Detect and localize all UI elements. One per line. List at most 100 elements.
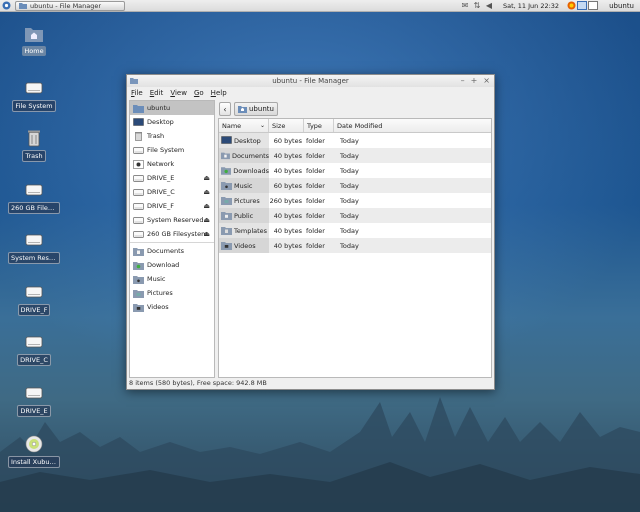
sidebar-item-desktop[interactable]: Desktop — [130, 115, 214, 129]
window-title: ubuntu - File Manager — [272, 77, 349, 85]
sidebar-item-label: DRIVE_C — [147, 188, 175, 196]
cell-size: 40 bytes — [273, 151, 302, 160]
side-pane: ubuntu Desktop Trash File System Network DRIV… — [129, 100, 215, 378]
sidebar-item-pictures[interactable]: Pictures — [130, 286, 214, 300]
sidebar-item-icon — [132, 201, 144, 211]
sidebar-item-label: Desktop — [147, 118, 174, 126]
desktop-icon-home[interactable]: Home — [8, 24, 60, 56]
eject-icon[interactable]: ⏏ — [203, 202, 210, 210]
table-row[interactable]: Videos 40 bytes folder Today — [219, 238, 491, 253]
sidebar-item-260-gb-filesystem[interactable]: 260 GB Filesystem ⏏ — [130, 227, 214, 241]
desktop-icon-label: Trash — [22, 150, 46, 162]
sidebar-item-trash[interactable]: Trash — [130, 129, 214, 143]
table-row[interactable]: Documents 40 bytes folder Today — [219, 148, 491, 163]
minimize-button[interactable]: – — [461, 76, 465, 85]
sidebar-item-label: Pictures — [147, 289, 173, 297]
table-row[interactable]: Desktop 60 bytes folder Today — [219, 133, 491, 148]
table-row[interactable]: Pictures 260 bytes folder Today — [219, 193, 491, 208]
desktop-icon-file-system[interactable]: File System — [8, 78, 60, 112]
cell-type: folder — [306, 151, 325, 160]
mail-icon[interactable]: ✉ — [459, 1, 471, 11]
pictures-folder-icon — [221, 197, 232, 205]
sidebar-item-icon — [132, 103, 144, 113]
sidebar-item-icon — [132, 131, 144, 141]
videos-folder-icon — [132, 303, 144, 312]
menu-help[interactable]: Help — [211, 89, 227, 97]
drive-icon — [25, 336, 43, 348]
status-bar: 8 items (580 bytes), Free space: 942.8 M… — [129, 379, 267, 387]
sidebar-item-icon — [132, 260, 144, 270]
sidebar-item-ubuntu[interactable]: ubuntu — [130, 101, 214, 115]
menu-go[interactable]: Go — [194, 89, 204, 97]
cell-size: 40 bytes — [273, 211, 302, 220]
sidebar-item-icon — [132, 215, 144, 225]
back-button[interactable]: ‹ — [219, 102, 231, 116]
eject-icon[interactable]: ⏏ — [203, 174, 210, 182]
window-titlebar[interactable]: ubuntu - File Manager – + × — [127, 75, 494, 87]
sidebar-item-music[interactable]: Music — [130, 272, 214, 286]
cell-date: Today — [340, 136, 359, 145]
cell-type: folder — [306, 226, 325, 235]
sidebar-item-download[interactable]: Download — [130, 258, 214, 272]
sidebar-item-drive-c[interactable]: DRIVE_C ⏏ — [130, 185, 214, 199]
column-date-modified[interactable]: Date Modified — [334, 119, 491, 132]
table-row[interactable]: Downloads 40 bytes folder Today — [219, 163, 491, 178]
desktop-icon-drive-e[interactable]: DRIVE_E — [8, 383, 60, 417]
workspace-1[interactable] — [577, 1, 588, 10]
column-name[interactable]: Name ⌄ — [219, 119, 269, 132]
close-button[interactable]: × — [483, 76, 490, 85]
table-row[interactable]: Music 60 bytes folder Today — [219, 178, 491, 193]
sidebar-item-videos[interactable]: Videos — [130, 300, 214, 314]
sidebar-item-icon — [132, 187, 144, 197]
desktop-icon-system-rese[interactable]: System Rese... — [8, 230, 60, 264]
drive-icon — [25, 387, 43, 399]
workspace-2[interactable] — [588, 1, 599, 10]
file-manager-window[interactable]: ubuntu - File Manager – + × File Edit Vi… — [126, 74, 495, 390]
maximize-button[interactable]: + — [471, 76, 478, 85]
sidebar-item-network[interactable]: Network — [130, 157, 214, 171]
desktop-icon-image — [24, 180, 44, 200]
menu-file[interactable]: File — [131, 89, 143, 97]
eject-icon[interactable]: ⏏ — [203, 188, 210, 196]
network-icon[interactable]: ⇅ — [471, 1, 483, 11]
menu-edit[interactable]: Edit — [150, 89, 164, 97]
window-menu-icon[interactable] — [130, 77, 138, 85]
column-headers: Name ⌄ Size Type Date Modified — [219, 119, 491, 133]
sidebar-item-icon — [132, 159, 144, 169]
desktop-icon-260-gb-filesy[interactable]: 260 GB Filesy... — [8, 180, 60, 214]
taskbar-file-manager-button[interactable]: ubuntu - File Manager — [15, 0, 125, 11]
menu-view[interactable]: View — [170, 89, 187, 97]
column-size[interactable]: Size — [269, 119, 304, 132]
desktop-icon-install-xubun[interactable]: Install Xubun... — [8, 434, 60, 468]
eject-icon[interactable]: ⏏ — [203, 230, 210, 238]
sidebar-item-drive-e[interactable]: DRIVE_E ⏏ — [130, 171, 214, 185]
sidebar-item-file-system[interactable]: File System — [130, 143, 214, 157]
applications-menu-button[interactable] — [1, 1, 11, 11]
table-row[interactable]: Public 40 bytes folder Today — [219, 208, 491, 223]
clock[interactable]: Sat, 11 Jun 22:32 — [503, 2, 559, 10]
cell-name: Documents — [219, 148, 269, 163]
cell-date: Today — [340, 181, 359, 190]
cell-type: folder — [306, 196, 325, 205]
drive-icon — [132, 216, 144, 224]
path-bar: ‹ ubuntu — [218, 100, 492, 118]
table-row[interactable]: Templates 40 bytes folder Today — [219, 223, 491, 238]
cell-size: 40 bytes — [273, 241, 302, 250]
desktop-icon-image — [24, 128, 44, 148]
eject-icon[interactable]: ⏏ — [203, 216, 210, 224]
firefox-icon[interactable] — [565, 1, 577, 11]
sidebar-item-system-reserved[interactable]: System Reserved ⏏ — [130, 213, 214, 227]
desktop-icon-drive-c[interactable]: DRIVE_C — [8, 332, 60, 366]
sidebar-item-label: File System — [147, 146, 185, 154]
cell-date: Today — [340, 211, 359, 220]
path-crumb-ubuntu[interactable]: ubuntu — [234, 102, 278, 116]
desktop-icon-trash[interactable]: Trash — [8, 128, 60, 162]
column-type[interactable]: Type — [304, 119, 334, 132]
volume-icon[interactable]: ◀ — [483, 1, 495, 11]
sidebar-separator — [130, 242, 214, 243]
sidebar-item-documents[interactable]: Documents — [130, 244, 214, 258]
desktop-icon-label: DRIVE_F — [17, 304, 51, 316]
desktop-icon-drive-f[interactable]: DRIVE_F — [8, 282, 60, 316]
user-menu[interactable]: ubuntu — [609, 2, 634, 10]
sidebar-item-drive-f[interactable]: DRIVE_F ⏏ — [130, 199, 214, 213]
